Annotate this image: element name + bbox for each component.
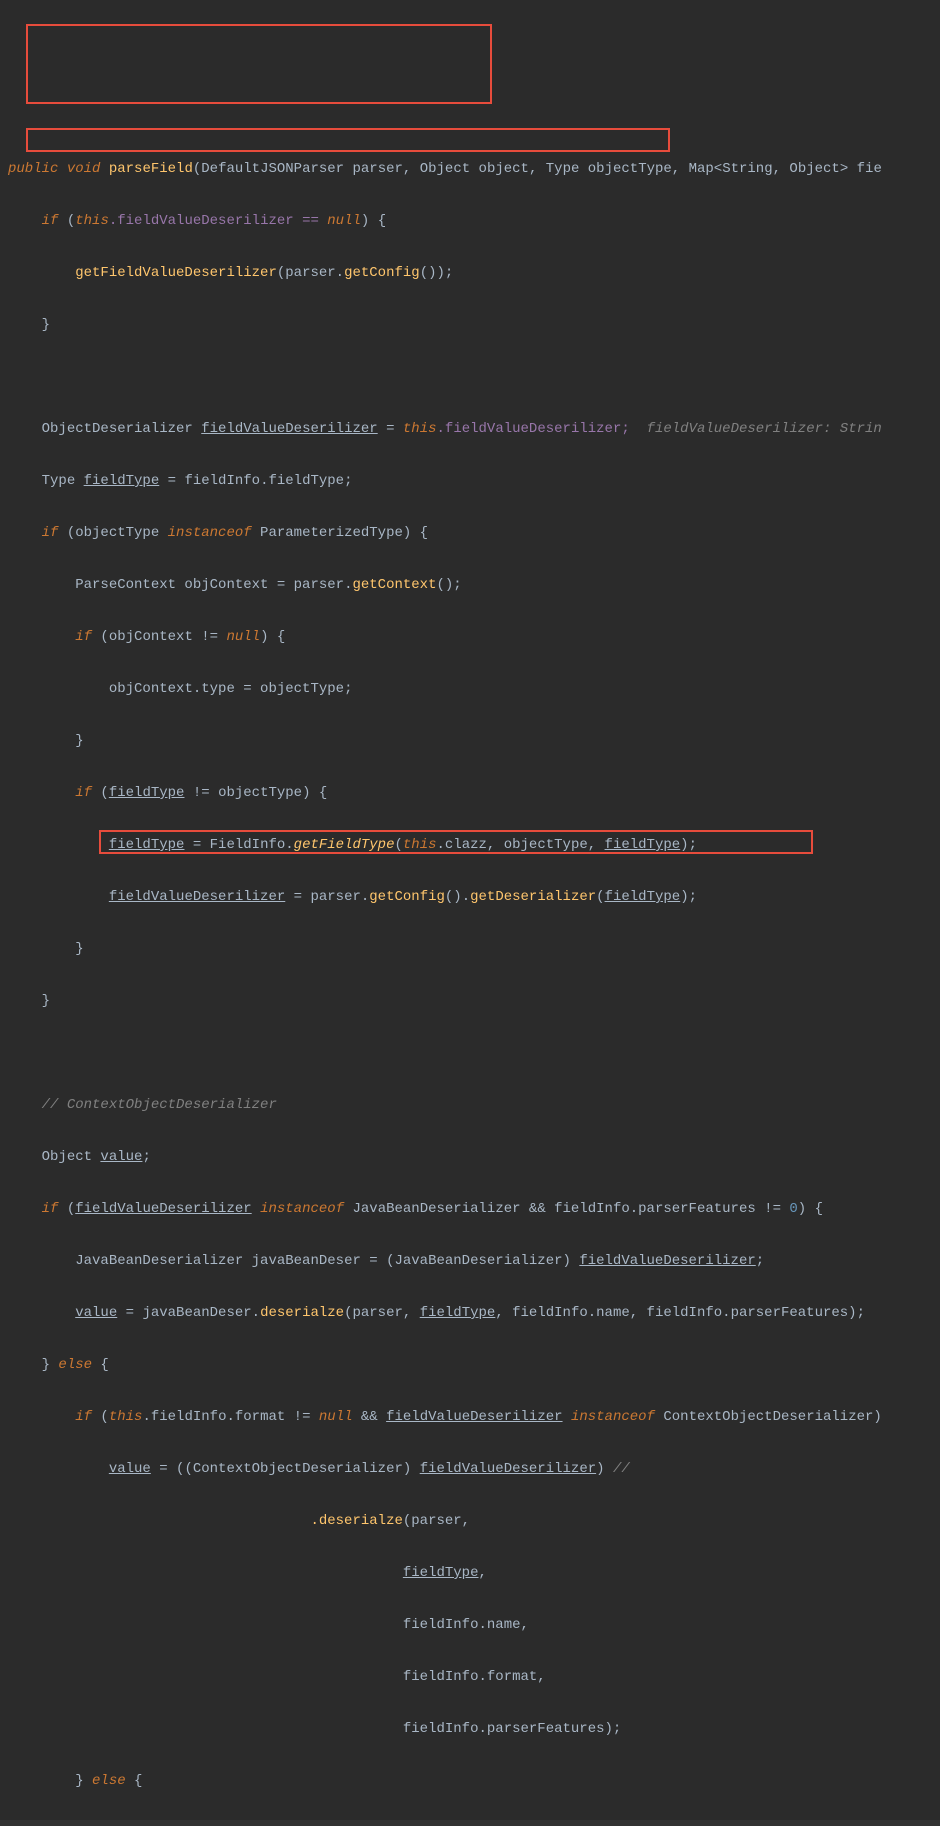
code-line[interactable]: fieldInfo.format, <box>0 1664 940 1690</box>
code-line[interactable]: if (objContext != null) { <box>0 624 940 650</box>
highlight-box <box>26 128 670 152</box>
code-line[interactable]: if (this.fieldValueDeserilizer == null) … <box>0 208 940 234</box>
code-line[interactable]: public void parseField(DefaultJSONParser… <box>0 156 940 182</box>
code-line[interactable]: Type fieldType = fieldInfo.fieldType; <box>0 468 940 494</box>
code-line[interactable]: value = fieldValueDeserilizer.deserialze… <box>0 1820 940 1826</box>
code-line[interactable]: fieldType = FieldInfo.getFieldType(this.… <box>0 832 940 858</box>
code-line[interactable]: if (fieldValueDeserilizer instanceof Jav… <box>0 1196 940 1222</box>
code-line[interactable]: } else { <box>0 1768 940 1794</box>
code-line[interactable]: if (this.fieldInfo.format != null && fie… <box>0 1404 940 1430</box>
code-line[interactable]: fieldValueDeserilizer = parser.getConfig… <box>0 884 940 910</box>
code-line[interactable]: } <box>0 312 940 338</box>
code-line[interactable]: } else { <box>0 1352 940 1378</box>
highlight-box <box>26 24 492 104</box>
code-line[interactable]: getFieldValueDeserilizer(parser.getConfi… <box>0 260 940 286</box>
code-line[interactable]: JavaBeanDeserializer javaBeanDeser = (Ja… <box>0 1248 940 1274</box>
code-line[interactable]: value = javaBeanDeser.deserialze(parser,… <box>0 1300 940 1326</box>
code-line[interactable]: .deserialze(parser, <box>0 1508 940 1534</box>
code-line[interactable] <box>0 364 940 390</box>
code-line[interactable]: ParseContext objContext = parser.getCont… <box>0 572 940 598</box>
code-line[interactable] <box>0 1040 940 1066</box>
code-line[interactable]: if (objectType instanceof ParameterizedT… <box>0 520 940 546</box>
code-line[interactable]: } <box>0 988 940 1014</box>
code-line[interactable]: objContext.type = objectType; <box>0 676 940 702</box>
code-line[interactable]: // ContextObjectDeserializer <box>0 1092 940 1118</box>
code-editor[interactable]: public void parseField(DefaultJSONParser… <box>0 0 940 1826</box>
code-line[interactable]: fieldType, <box>0 1560 940 1586</box>
code-line[interactable]: if (fieldType != objectType) { <box>0 780 940 806</box>
code-line[interactable]: ObjectDeserializer fieldValueDeserilizer… <box>0 416 940 442</box>
code-line[interactable]: Object value; <box>0 1144 940 1170</box>
code-line[interactable]: } <box>0 936 940 962</box>
code-line[interactable]: fieldInfo.name, <box>0 1612 940 1638</box>
inlay-hint: fieldValueDeserilizer: Strin <box>647 421 882 437</box>
code-line[interactable]: } <box>0 728 940 754</box>
code-line[interactable]: fieldInfo.parserFeatures); <box>0 1716 940 1742</box>
code-line[interactable]: value = ((ContextObjectDeserializer) fie… <box>0 1456 940 1482</box>
